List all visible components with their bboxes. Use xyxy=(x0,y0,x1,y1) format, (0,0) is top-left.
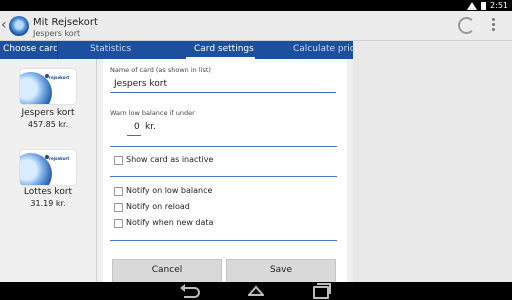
name-field-label: Name of card (as shown in list) xyxy=(110,66,211,74)
app-subtitle: Jespers kort xyxy=(33,29,81,38)
wifi-icon xyxy=(467,1,478,10)
nav-home-icon[interactable] xyxy=(248,285,264,296)
battery-icon xyxy=(481,1,487,10)
overflow-menu-icon[interactable] xyxy=(492,18,495,33)
section-divider xyxy=(110,176,337,177)
card-image[interactable]: rejsekort xyxy=(20,150,76,185)
navigation-bar xyxy=(0,282,512,300)
section-divider xyxy=(110,240,337,241)
up-caret-icon[interactable]: ‹ xyxy=(1,17,7,33)
notify-new-data-label[interactable]: Notify when new data xyxy=(126,218,213,227)
notify-reload-label[interactable]: Notify on reload xyxy=(126,202,190,211)
name-input[interactable]: Jespers kort xyxy=(114,79,167,89)
status-time: 2:51 xyxy=(490,1,508,10)
card-image[interactable]: rejsekort xyxy=(20,69,76,104)
warn-input-underline xyxy=(127,135,141,136)
cancel-button[interactable]: Cancel xyxy=(112,259,222,284)
app-title: Mit Rejsekort xyxy=(33,17,98,28)
section-divider xyxy=(110,146,337,147)
tab-calculate-price[interactable]: Calculate price xyxy=(293,44,353,54)
show-inactive-checkbox[interactable] xyxy=(114,156,123,165)
tab-choose-card[interactable]: Choose card xyxy=(3,44,59,54)
tab-divider xyxy=(57,41,58,59)
refresh-icon[interactable] xyxy=(458,17,475,34)
warn-unit: kr. xyxy=(145,122,156,132)
notify-low-balance-label[interactable]: Notify on low balance xyxy=(126,186,212,195)
warn-input[interactable]: 0 xyxy=(134,122,140,132)
nav-recent-apps-icon[interactable] xyxy=(313,283,331,299)
card-list: rejsekort Jespers kort 457.85 kr. rejsek… xyxy=(0,59,97,282)
card-brand: rejsekort xyxy=(49,156,70,161)
save-button[interactable]: Save xyxy=(226,259,336,284)
app-logo[interactable] xyxy=(9,16,29,36)
status-bar: 2:51 xyxy=(0,0,512,11)
card-balance: 31.19 kr. xyxy=(30,199,66,208)
tab-bar: Choose card Statistics Card settings Cal… xyxy=(0,41,353,59)
tab-card-settings[interactable]: Card settings xyxy=(194,44,254,54)
show-inactive-label[interactable]: Show card as inactive xyxy=(126,155,213,164)
nav-back-icon[interactable] xyxy=(184,287,200,298)
notify-low-balance-checkbox[interactable] xyxy=(114,187,123,196)
warn-field-label: Warn low balance if under xyxy=(110,109,195,117)
card-name: Lottes kort xyxy=(23,187,73,197)
card-name: Jespers kort xyxy=(21,108,75,118)
name-input-underline xyxy=(110,92,336,93)
card-balance: 457.85 kr. xyxy=(27,120,69,129)
notify-new-data-checkbox[interactable] xyxy=(114,219,123,228)
tab-statistics[interactable]: Statistics xyxy=(90,44,131,54)
card-brand: rejsekort xyxy=(49,75,70,80)
notify-reload-checkbox[interactable] xyxy=(114,203,123,212)
action-bar: ‹ Mit Rejsekort Jespers kort xyxy=(0,11,512,41)
